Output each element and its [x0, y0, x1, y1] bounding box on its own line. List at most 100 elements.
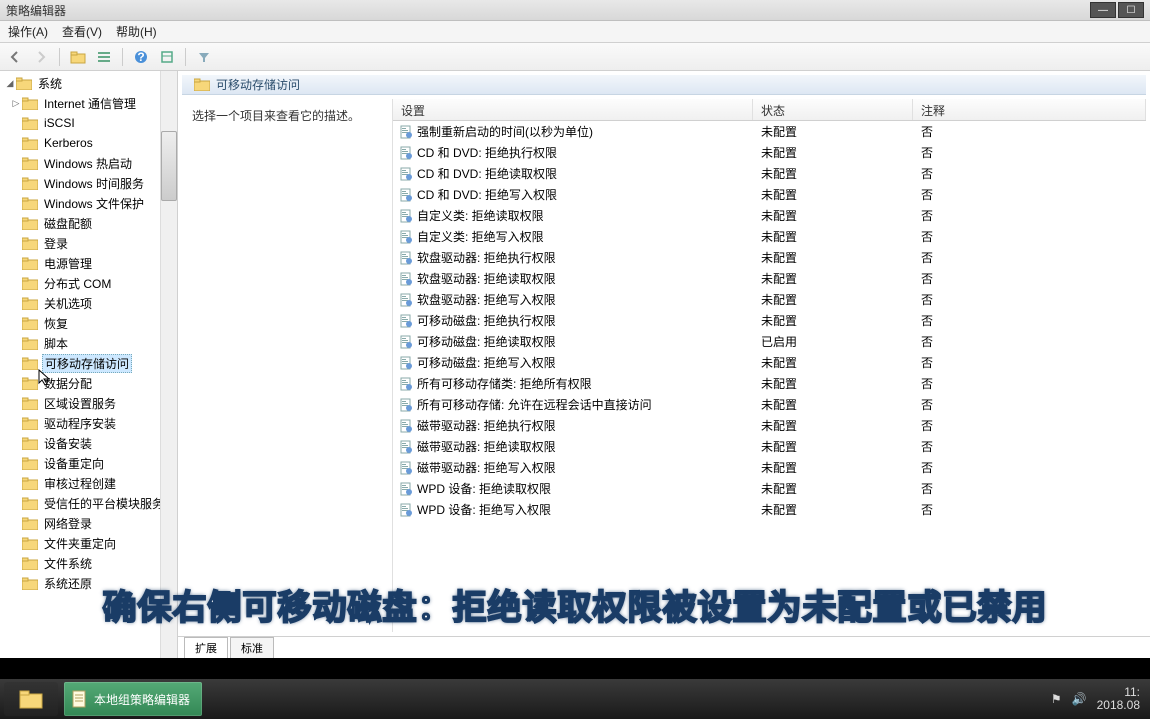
tree-item[interactable]: 电源管理	[0, 253, 177, 273]
policy-comment: 否	[913, 249, 1146, 266]
gpedit-icon	[70, 689, 88, 709]
policy-row[interactable]: CD 和 DVD: 拒绝读取权限未配置否	[393, 163, 1146, 184]
tree-item[interactable]: 关机选项	[0, 293, 177, 313]
policy-setting: 所有可移动存储类: 拒绝所有权限	[417, 375, 592, 392]
tree-item[interactable]: 数据分配	[0, 373, 177, 393]
policy-setting: 强制重新启动的时间(以秒为单位)	[417, 123, 593, 140]
tree-pane[interactable]: ◢系统▷Internet 通信管理 iSCSI Kerberos Windows…	[0, 71, 178, 658]
tree-item[interactable]: 文件系统	[0, 553, 177, 573]
back-button[interactable]	[4, 46, 26, 68]
policy-row[interactable]: 自定义类: 拒绝读取权限未配置否	[393, 205, 1146, 226]
tree-item[interactable]: iSCSI	[0, 113, 177, 133]
tree-item[interactable]: 区域设置服务	[0, 393, 177, 413]
tree-item[interactable]: 设备重定向	[0, 453, 177, 473]
tree-item[interactable]: 磁盘配额	[0, 213, 177, 233]
menu-help[interactable]: 帮助(H)	[116, 23, 157, 40]
policy-comment: 否	[913, 186, 1146, 203]
tree-item[interactable]: 恢复	[0, 313, 177, 333]
maximize-button[interactable]: ☐	[1118, 2, 1144, 18]
taskbar[interactable]: 本地组策略编辑器 ⚑ 🔊 11: 2018.08	[0, 679, 1150, 719]
policy-row[interactable]: 软盘驱动器: 拒绝写入权限未配置否	[393, 289, 1146, 310]
policy-row[interactable]: 自定义类: 拒绝写入权限未配置否	[393, 226, 1146, 247]
tree-item[interactable]: 驱动程序安装	[0, 413, 177, 433]
policy-row[interactable]: 磁带驱动器: 拒绝写入权限未配置否	[393, 457, 1146, 478]
tree-item[interactable]: Windows 文件保护	[0, 193, 177, 213]
policy-setting: 可移动磁盘: 拒绝读取权限	[417, 333, 556, 350]
policy-row[interactable]: 可移动磁盘: 拒绝写入权限未配置否	[393, 352, 1146, 373]
policy-row[interactable]: 软盘驱动器: 拒绝读取权限未配置否	[393, 268, 1146, 289]
policy-row[interactable]: 可移动磁盘: 拒绝执行权限未配置否	[393, 310, 1146, 331]
system-tray[interactable]: ⚑ 🔊 11: 2018.08	[1051, 686, 1146, 712]
column-headers[interactable]: 设置 状态 注释	[393, 99, 1146, 121]
tab-extended[interactable]: 扩展	[184, 637, 228, 658]
taskbar-app-gpedit[interactable]: 本地组策略编辑器	[64, 682, 202, 716]
policy-setting: 自定义类: 拒绝写入权限	[417, 228, 544, 245]
list-button[interactable]	[93, 46, 115, 68]
policy-state: 未配置	[753, 438, 913, 455]
policy-comment: 否	[913, 354, 1146, 371]
policy-row[interactable]: 磁带驱动器: 拒绝执行权限未配置否	[393, 415, 1146, 436]
menu-action[interactable]: 操作(A)	[8, 23, 48, 40]
policy-row[interactable]: 所有可移动存储: 允许在远程会话中直接访问未配置否	[393, 394, 1146, 415]
help-button[interactable]: ?	[130, 46, 152, 68]
tree-root[interactable]: ◢系统	[0, 73, 177, 93]
menu-view[interactable]: 查看(V)	[62, 23, 102, 40]
folder-icon	[22, 157, 38, 170]
tree-item[interactable]: 脚本	[0, 333, 177, 353]
tree-item[interactable]: 文件夹重定向	[0, 533, 177, 553]
tray-volume-icon[interactable]: 🔊	[1072, 692, 1087, 706]
col-setting[interactable]: 设置	[393, 99, 753, 120]
tree-item[interactable]: 系统还原	[0, 573, 177, 593]
policy-row[interactable]: CD 和 DVD: 拒绝执行权限未配置否	[393, 142, 1146, 163]
tree-item[interactable]: Windows 时间服务	[0, 173, 177, 193]
tray-flag-icon[interactable]: ⚑	[1051, 692, 1062, 706]
policy-row[interactable]: CD 和 DVD: 拒绝写入权限未配置否	[393, 184, 1146, 205]
forward-button[interactable]	[30, 46, 52, 68]
tree-item[interactable]: 分布式 COM	[0, 273, 177, 293]
col-state[interactable]: 状态	[753, 99, 913, 120]
tree-item[interactable]: 设备安装	[0, 433, 177, 453]
policy-state: 未配置	[753, 249, 913, 266]
tree-item[interactable]: 可移动存储访问	[0, 353, 177, 373]
policy-row[interactable]: WPD 设备: 拒绝读取权限未配置否	[393, 478, 1146, 499]
window-title: 策略编辑器	[6, 2, 66, 19]
tree-item[interactable]: 审核过程创建	[0, 473, 177, 493]
folder-up-button[interactable]	[67, 46, 89, 68]
tree-item-label: 受信任的平台模块服务	[42, 495, 166, 512]
tree-item-label: 驱动程序安装	[42, 415, 118, 432]
tree-item-label: 区域设置服务	[42, 395, 118, 412]
tray-clock[interactable]: 11: 2018.08	[1097, 686, 1140, 712]
tree-scroll-thumb[interactable]	[161, 131, 177, 201]
minimize-button[interactable]: —	[1090, 2, 1116, 18]
titlebar[interactable]: 策略编辑器 — ☐	[0, 0, 1150, 21]
tree-item[interactable]: Kerberos	[0, 133, 177, 153]
tree-item[interactable]: ▷Internet 通信管理	[0, 93, 177, 113]
properties-button[interactable]	[156, 46, 178, 68]
policy-icon	[399, 314, 413, 328]
policy-state: 未配置	[753, 375, 913, 392]
tree-item[interactable]: 受信任的平台模块服务	[0, 493, 177, 513]
policy-row[interactable]: 强制重新启动的时间(以秒为单位)未配置否	[393, 121, 1146, 142]
policy-comment: 否	[913, 123, 1146, 140]
col-comment[interactable]: 注释	[913, 99, 1146, 120]
policy-setting: CD 和 DVD: 拒绝执行权限	[417, 144, 557, 161]
filter-button[interactable]	[193, 46, 215, 68]
folder-icon	[22, 177, 38, 190]
policy-comment: 否	[913, 228, 1146, 245]
tree-item[interactable]: 网络登录	[0, 513, 177, 533]
tab-standard[interactable]: 标准	[230, 637, 274, 658]
policy-row[interactable]: WPD 设备: 拒绝写入权限未配置否	[393, 499, 1146, 520]
policy-row[interactable]: 软盘驱动器: 拒绝执行权限未配置否	[393, 247, 1146, 268]
tree-item[interactable]: Windows 热启动	[0, 153, 177, 173]
folder-icon	[22, 577, 38, 590]
folder-icon	[22, 257, 38, 270]
tree-item-label: 脚本	[42, 335, 70, 352]
policy-row[interactable]: 可移动磁盘: 拒绝读取权限已启用否	[393, 331, 1146, 352]
policy-row[interactable]: 所有可移动存储类: 拒绝所有权限未配置否	[393, 373, 1146, 394]
policy-setting: 磁带驱动器: 拒绝写入权限	[417, 459, 556, 476]
tree-item[interactable]: 登录	[0, 233, 177, 253]
folder-icon	[22, 217, 38, 230]
policy-comment: 否	[913, 333, 1146, 350]
policy-row[interactable]: 磁带驱动器: 拒绝读取权限未配置否	[393, 436, 1146, 457]
start-button[interactable]	[4, 682, 58, 716]
